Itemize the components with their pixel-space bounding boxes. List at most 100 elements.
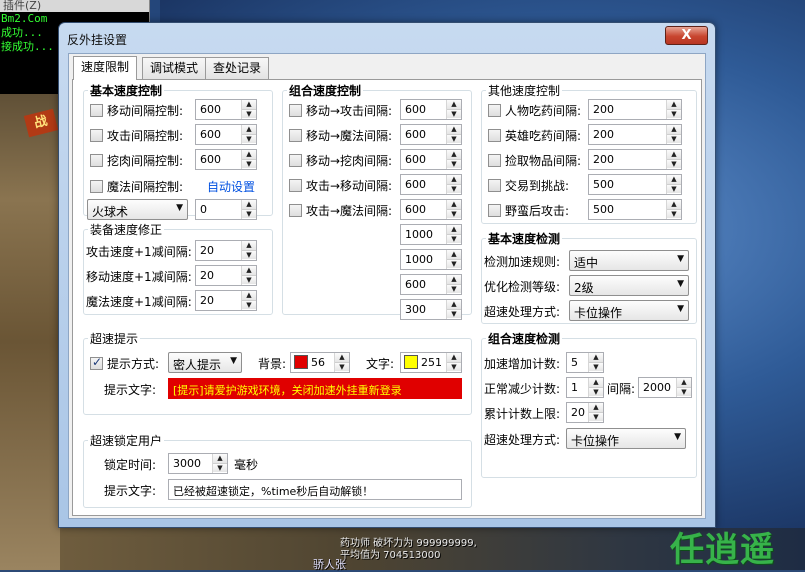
spin-down-icon[interactable]: ▼	[667, 184, 681, 193]
spin-up-icon[interactable]: ▲	[589, 378, 603, 387]
spin-up-icon[interactable]: ▲	[447, 100, 461, 109]
spin-up-icon[interactable]: ▲	[667, 100, 681, 109]
spin-up-icon[interactable]: ▲	[447, 175, 461, 184]
spin-up-icon[interactable]: ▲	[242, 291, 256, 300]
equip-move-stepper[interactable]: 20 ▲ ▼	[195, 265, 257, 286]
combo-extra-stepper[interactable]: 300 ▲ ▼	[400, 299, 462, 320]
combo-stepper[interactable]: 600 ▲ ▼	[400, 199, 462, 220]
console-menu[interactable]: 插件(Z)	[0, 0, 149, 12]
checkbox[interactable]	[90, 128, 103, 142]
equip-magic-stepper[interactable]: 20 ▲ ▼	[195, 290, 257, 311]
checkbox[interactable]	[488, 103, 501, 117]
checkbox[interactable]	[488, 178, 501, 192]
spin-up-icon[interactable]: ▲	[667, 200, 681, 209]
spin-up-icon[interactable]: ▲	[447, 225, 461, 234]
auto-setting-link[interactable]: 自动设置	[207, 175, 255, 197]
spin-down-icon[interactable]: ▼	[242, 109, 256, 118]
spin-up-icon[interactable]: ▲	[589, 403, 603, 412]
spin-down-icon[interactable]: ▼	[447, 234, 461, 243]
checkbox[interactable]	[90, 179, 103, 193]
spin-up-icon[interactable]: ▲	[335, 353, 349, 362]
spin-down-icon[interactable]: ▼	[242, 209, 256, 218]
tab-speed-limit[interactable]: 速度限制	[73, 56, 138, 80]
combo-stepper[interactable]: 600 ▲ ▼	[400, 124, 462, 145]
attack-interval-stepper[interactable]: 600 ▲ ▼	[195, 124, 257, 145]
checkbox[interactable]	[488, 203, 501, 217]
spin-up-icon[interactable]: ▲	[667, 150, 681, 159]
spin-down-icon[interactable]: ▼	[667, 109, 681, 118]
combo-stepper[interactable]: 600 ▲ ▼	[400, 149, 462, 170]
spin-down-icon[interactable]: ▼	[667, 134, 681, 143]
spin-down-icon[interactable]: ▼	[447, 184, 461, 193]
tip-text-field[interactable]: [提示]请爱护游戏环境，关闭加速外挂重新登录	[168, 378, 462, 399]
spin-up-icon[interactable]: ▲	[242, 100, 256, 109]
combo-stepper[interactable]: 600 ▲ ▼	[400, 99, 462, 120]
checkbox[interactable]	[289, 178, 302, 192]
spin-down-icon[interactable]: ▼	[447, 209, 461, 218]
spin-down-icon[interactable]: ▼	[447, 159, 461, 168]
spin-up-icon[interactable]: ▲	[667, 125, 681, 134]
checkbox[interactable]	[90, 103, 103, 117]
detect-rule-select[interactable]: 适中 ▼	[569, 250, 689, 271]
spin-down-icon[interactable]: ▼	[213, 463, 227, 472]
other-stepper[interactable]: 200 ▲ ▼	[588, 124, 682, 145]
spin-down-icon[interactable]: ▼	[589, 412, 603, 421]
limit-stepper[interactable]: 20 ▲ ▼	[566, 402, 604, 423]
combo-extra-stepper[interactable]: 1000 ▲ ▼	[400, 249, 462, 270]
spin-down-icon[interactable]: ▼	[335, 362, 349, 371]
spin-up-icon[interactable]: ▲	[242, 150, 256, 159]
spin-down-icon[interactable]: ▼	[447, 362, 461, 371]
checkbox[interactable]	[289, 103, 302, 117]
lock-tip-field[interactable]: 已经被超速锁定，%time秒后自动解锁！	[168, 479, 462, 500]
bg-color-stepper[interactable]: 56 ▲ ▼	[290, 352, 350, 373]
spin-up-icon[interactable]: ▲	[447, 300, 461, 309]
spin-down-icon[interactable]: ▼	[447, 309, 461, 318]
spin-down-icon[interactable]: ▼	[447, 284, 461, 293]
spin-up-icon[interactable]: ▲	[242, 125, 256, 134]
spin-down-icon[interactable]: ▼	[242, 300, 256, 309]
other-stepper[interactable]: 500 ▲ ▼	[588, 199, 682, 220]
spin-down-icon[interactable]: ▼	[589, 362, 603, 371]
spin-down-icon[interactable]: ▼	[667, 209, 681, 218]
detect-level-select[interactable]: 2级 ▼	[569, 275, 689, 296]
spin-up-icon[interactable]: ▲	[447, 125, 461, 134]
tab-records[interactable]: 查处记录	[205, 57, 270, 79]
spin-up-icon[interactable]: ▲	[242, 266, 256, 275]
spin-up-icon[interactable]: ▲	[242, 241, 256, 250]
spin-up-icon[interactable]: ▲	[667, 175, 681, 184]
spin-up-icon[interactable]: ▲	[447, 150, 461, 159]
spin-down-icon[interactable]: ▼	[242, 159, 256, 168]
combo-extra-stepper[interactable]: 600 ▲ ▼	[400, 274, 462, 295]
combo-stepper[interactable]: 600 ▲ ▼	[400, 174, 462, 195]
spin-up-icon[interactable]: ▲	[213, 454, 227, 463]
combo-extra-stepper[interactable]: 1000 ▲ ▼	[400, 224, 462, 245]
checkbox[interactable]	[289, 153, 302, 167]
other-stepper[interactable]: 200 ▲ ▼	[588, 149, 682, 170]
spin-up-icon[interactable]: ▲	[447, 275, 461, 284]
spin-down-icon[interactable]: ▼	[242, 134, 256, 143]
spin-down-icon[interactable]: ▼	[242, 275, 256, 284]
dig-interval-stepper[interactable]: 600 ▲ ▼	[195, 149, 257, 170]
add-count-stepper[interactable]: 5 ▲ ▼	[566, 352, 604, 373]
tab-debug-mode[interactable]: 调试模式	[142, 57, 207, 79]
spin-down-icon[interactable]: ▼	[447, 134, 461, 143]
spin-up-icon[interactable]: ▲	[677, 378, 691, 387]
checkbox[interactable]	[488, 128, 501, 142]
magic-interval-stepper[interactable]: 0 ▲ ▼	[195, 199, 257, 220]
tip-mode-select[interactable]: 密人提示 ▼	[168, 352, 242, 373]
other-stepper[interactable]: 500 ▲ ▼	[588, 174, 682, 195]
spin-down-icon[interactable]: ▼	[589, 387, 603, 396]
spin-down-icon[interactable]: ▼	[447, 109, 461, 118]
spin-down-icon[interactable]: ▼	[242, 250, 256, 259]
lock-time-stepper[interactable]: 3000 ▲ ▼	[168, 453, 228, 474]
spin-down-icon[interactable]: ▼	[447, 259, 461, 268]
checkbox[interactable]	[90, 153, 103, 167]
spin-up-icon[interactable]: ▲	[447, 200, 461, 209]
spin-down-icon[interactable]: ▼	[677, 387, 691, 396]
detect-handle-select[interactable]: 卡位操作 ▼	[569, 300, 689, 321]
spin-up-icon[interactable]: ▲	[589, 353, 603, 362]
checkbox[interactable]	[289, 203, 302, 217]
checkbox[interactable]	[289, 128, 302, 142]
checkbox[interactable]	[488, 153, 501, 167]
other-stepper[interactable]: 200 ▲ ▼	[588, 99, 682, 120]
